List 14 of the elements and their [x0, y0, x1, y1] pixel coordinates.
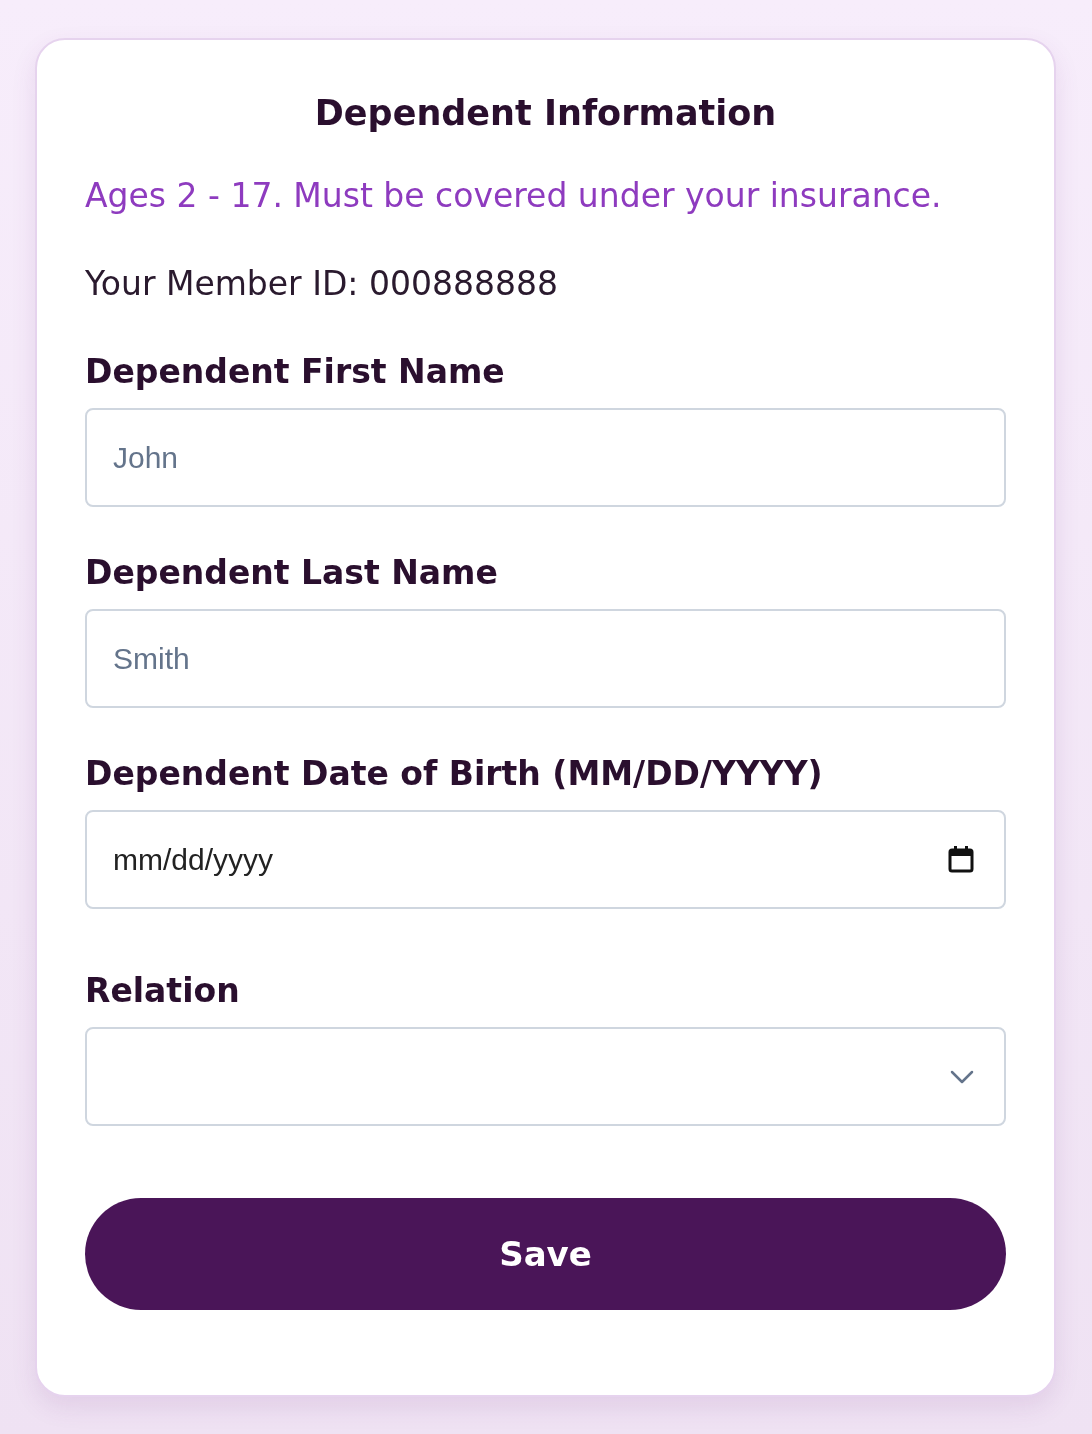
select-field[interactable] [85, 1027, 1006, 1126]
notice-text: Ages 2 - 17. Must be covered under your insurance. [85, 175, 943, 217]
calendar-icon[interactable] [948, 845, 974, 873]
field-label: Dependent Last Name [85, 552, 499, 594]
member-id-text: Your Member ID: 000888888 [85, 263, 559, 305]
input-field[interactable]: Smith [85, 609, 1006, 708]
chevron-down-icon [950, 1069, 974, 1084]
field-label: Dependent First Name [85, 351, 506, 393]
input-field[interactable]: John [85, 408, 1006, 507]
save-button[interactable]: Save [85, 1198, 1006, 1310]
form-title: Dependent Information [313, 92, 778, 135]
field-label: Dependent Date of Birth (MM/DD/YYYY) [85, 753, 824, 795]
date-field[interactable]: mm/dd/yyyy [85, 810, 1006, 909]
field-label: Relation [85, 970, 241, 1012]
